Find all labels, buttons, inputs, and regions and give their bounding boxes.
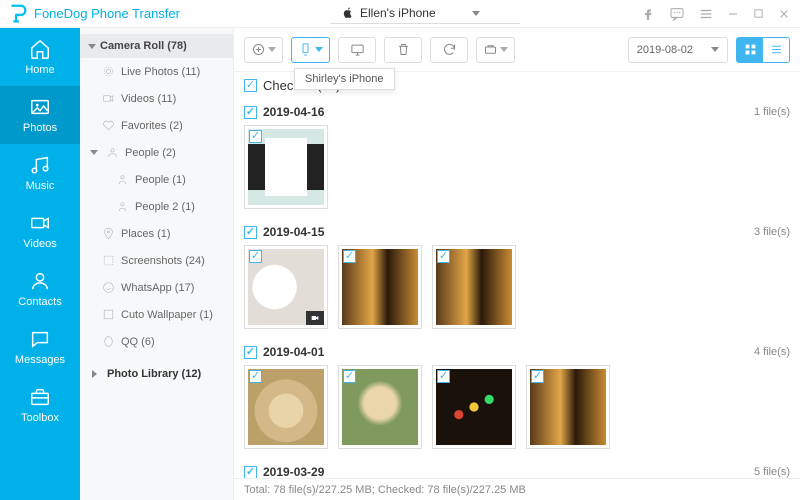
sidebar: Camera Roll (78) Live Photos (11) Videos… xyxy=(80,28,234,500)
minimize-icon[interactable] xyxy=(727,8,739,20)
device-dropdown[interactable]: Ellen's iPhone xyxy=(330,3,520,24)
screenshot-icon xyxy=(102,254,115,267)
caret-down-icon xyxy=(90,150,98,155)
date-filter[interactable]: 2019-08-02 xyxy=(628,37,728,63)
sidebar-item-live-photos[interactable]: Live Photos (11) xyxy=(80,58,233,85)
date-group-head[interactable]: ✓2019-04-014 file(s) xyxy=(244,339,790,363)
person-icon xyxy=(116,200,129,213)
sidebar-item-videos[interactable]: Videos (11) xyxy=(80,85,233,112)
tooltip: Shirley's iPhone xyxy=(294,68,395,90)
toolbox-icon xyxy=(29,386,51,408)
checkbox-icon: ✓ xyxy=(244,79,257,92)
caret-down-icon xyxy=(711,47,719,52)
sidebar-item-people-1[interactable]: People (1) xyxy=(80,166,233,193)
sidebar-item-people-2[interactable]: People 2 (1) xyxy=(80,193,233,220)
nav-photos[interactable]: Photos xyxy=(0,86,80,144)
nav-videos[interactable]: Videos xyxy=(0,202,80,260)
photos-icon xyxy=(29,96,51,118)
photo-thumbnail[interactable]: ✓ xyxy=(338,365,422,449)
wallpaper-icon xyxy=(102,308,115,321)
nav-home[interactable]: Home xyxy=(0,28,80,86)
qq-icon xyxy=(102,335,115,348)
facebook-icon[interactable] xyxy=(641,7,655,21)
sidebar-group-camera-roll[interactable]: Camera Roll (78) xyxy=(80,34,233,58)
content: Shirley's iPhone 2019-08-02 ✓Check All(7… xyxy=(234,28,800,500)
app-logo xyxy=(6,3,28,25)
photo-thumbnail[interactable]: ✓ xyxy=(244,245,328,329)
caret-down-icon xyxy=(88,44,96,49)
photo-thumbnail[interactable]: ✓ xyxy=(432,365,516,449)
whatsapp-icon xyxy=(102,281,115,294)
sidebar-item-whatsapp[interactable]: WhatsApp (17) xyxy=(80,274,233,301)
photo-thumbnail[interactable]: ✓ xyxy=(432,245,516,329)
view-toggle xyxy=(736,37,790,63)
device-name: Ellen's iPhone xyxy=(360,6,436,20)
refresh-button[interactable] xyxy=(430,37,468,63)
contacts-icon xyxy=(29,270,51,292)
photo-thumbnail[interactable]: ✓ xyxy=(338,245,422,329)
more-button[interactable] xyxy=(476,37,515,63)
feedback-icon[interactable] xyxy=(669,6,685,22)
sidebar-item-cuto[interactable]: Cuto Wallpaper (1) xyxy=(80,301,233,328)
list-view-button[interactable] xyxy=(763,38,789,62)
date-group-head[interactable]: ✓2019-03-295 file(s) xyxy=(244,459,790,478)
home-icon xyxy=(29,38,51,60)
left-nav: Home Photos Music Videos Contacts Messag… xyxy=(0,28,80,500)
video-icon xyxy=(102,92,115,105)
close-icon[interactable] xyxy=(778,8,790,20)
photo-scroll[interactable]: ✓Check All(78) ✓2019-04-161 file(s) ✓ ✓2… xyxy=(234,72,800,478)
photo-thumbnail[interactable]: ✓ xyxy=(244,125,328,209)
delete-button[interactable] xyxy=(384,37,422,63)
live-photos-icon xyxy=(102,65,115,78)
pin-icon xyxy=(102,227,115,240)
export-to-pc-button[interactable] xyxy=(338,37,376,63)
nav-music[interactable]: Music xyxy=(0,144,80,202)
videos-icon xyxy=(29,212,51,234)
nav-toolbox[interactable]: Toolbox xyxy=(0,376,80,434)
add-button[interactable] xyxy=(244,37,283,63)
heart-icon xyxy=(102,119,115,132)
sidebar-item-screenshots[interactable]: Screenshots (24) xyxy=(80,247,233,274)
grid-view-button[interactable] xyxy=(737,38,763,62)
photo-thumbnail[interactable]: ✓ xyxy=(244,365,328,449)
person-icon xyxy=(116,173,129,186)
title-bar: FoneDog Phone Transfer Ellen's iPhone xyxy=(0,0,800,28)
music-icon xyxy=(29,154,51,176)
toolbar: Shirley's iPhone 2019-08-02 xyxy=(234,28,800,72)
sidebar-item-people[interactable]: People (2) xyxy=(80,139,233,166)
menu-icon[interactable] xyxy=(699,7,713,21)
sidebar-group-photo-library[interactable]: Photo Library (12) xyxy=(80,361,233,387)
chevron-down-icon xyxy=(472,11,480,16)
video-badge-icon xyxy=(306,311,324,325)
date-group-head[interactable]: ✓2019-04-161 file(s) xyxy=(244,99,790,123)
sidebar-item-favorites[interactable]: Favorites (2) xyxy=(80,112,233,139)
transfer-to-device-button[interactable] xyxy=(291,37,330,63)
sidebar-item-places[interactable]: Places (1) xyxy=(80,220,233,247)
status-bar: Total: 78 file(s)/227.25 MB; Checked: 78… xyxy=(234,478,800,500)
sidebar-item-qq[interactable]: QQ (6) xyxy=(80,328,233,355)
caret-right-icon xyxy=(92,370,97,378)
nav-contacts[interactable]: Contacts xyxy=(0,260,80,318)
photo-thumbnail[interactable]: ✓ xyxy=(526,365,610,449)
messages-icon xyxy=(29,328,51,350)
app-name: FoneDog Phone Transfer xyxy=(34,6,180,21)
nav-messages[interactable]: Messages xyxy=(0,318,80,376)
apple-icon xyxy=(342,7,354,19)
date-group-head[interactable]: ✓2019-04-153 file(s) xyxy=(244,219,790,243)
maximize-icon[interactable] xyxy=(753,8,764,19)
people-icon xyxy=(106,146,119,159)
